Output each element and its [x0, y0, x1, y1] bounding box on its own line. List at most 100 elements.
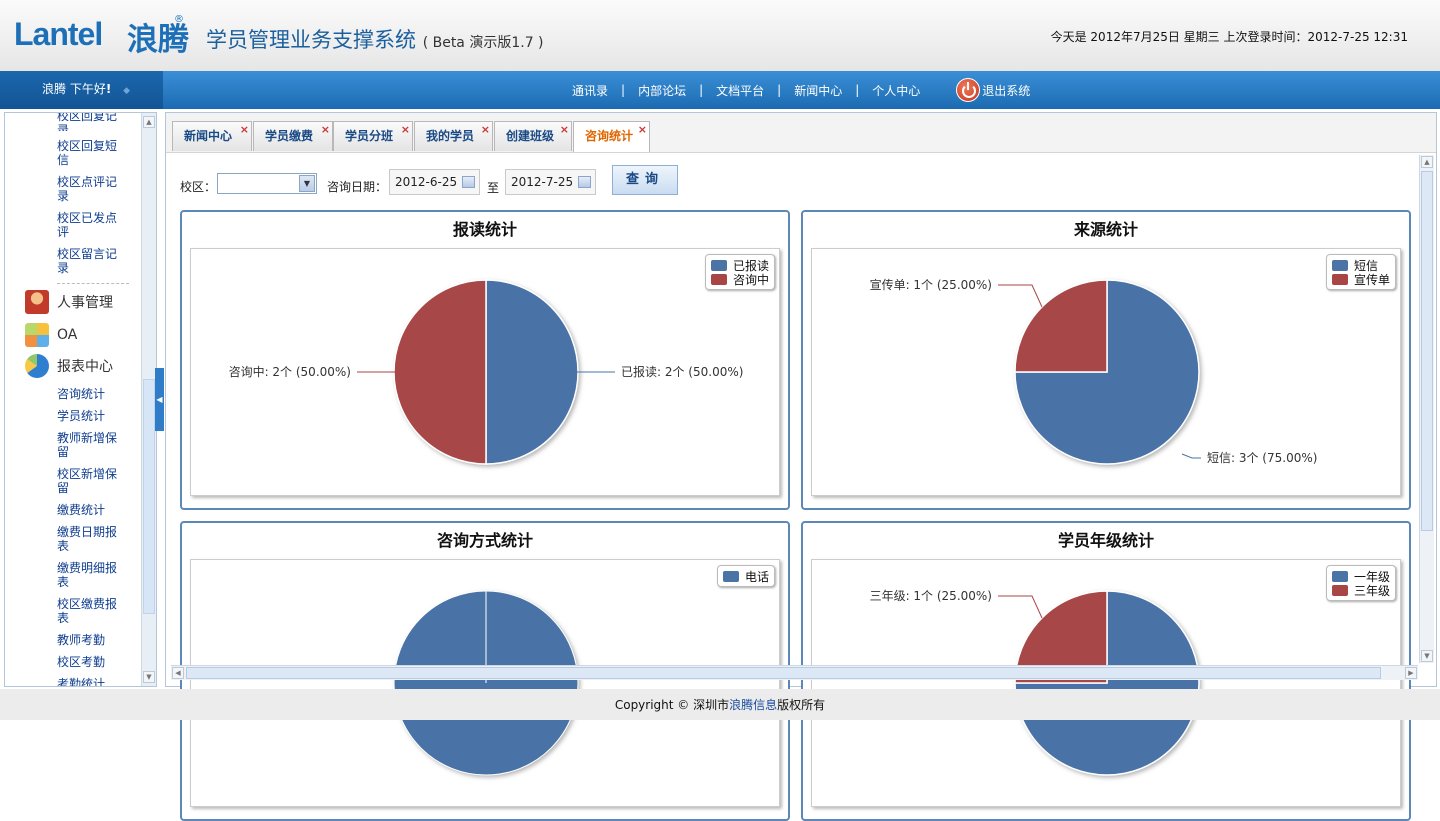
date-from-value: 2012-6-25: [395, 175, 458, 189]
sidebar-item-campus-reply-sms[interactable]: 校区回复短信: [57, 139, 127, 167]
logout-label: 退出系统: [982, 83, 1031, 98]
date-to-label: 至: [487, 181, 500, 195]
nav-link-docs[interactable]: 文档平台: [716, 82, 764, 99]
sidebar-collapse-handle[interactable]: ◀: [155, 368, 164, 431]
campus-label: 校区：: [180, 180, 217, 194]
horizontal-scroll-thumb[interactable]: [186, 667, 1381, 679]
tab-my-students[interactable]: 我的学员 ×: [414, 121, 493, 151]
pie-slice-咨询中[interactable]: [393, 279, 487, 465]
sidebar-item-campus-retention[interactable]: 校区新增保留: [57, 467, 127, 495]
sidebar-item-campus-attendance[interactable]: 校区考勤: [57, 655, 127, 669]
scroll-up-icon[interactable]: ▲: [143, 116, 155, 128]
close-icon[interactable]: ×: [560, 116, 569, 144]
nav-link-news[interactable]: 新闻中心: [794, 82, 842, 99]
chart-plot-area: 电话: [190, 559, 780, 807]
sidebar-divider: [57, 283, 129, 284]
footer-company-link[interactable]: 浪腾信息: [729, 698, 777, 712]
sidebar-item-campus-sent-review[interactable]: 校区已发点评: [57, 211, 127, 239]
scroll-right-icon[interactable]: ▶: [1405, 667, 1417, 679]
data-label-connector: [998, 284, 1043, 308]
greeting-text: 浪腾 下午好: [42, 82, 106, 96]
top-navbar: 浪腾 下午好! ◆ 通讯录 | 内部论坛 | 文档平台 | 新闻中心 | 个人中…: [0, 71, 1440, 109]
content-horizontal-scrollbar[interactable]: ◀ ▶: [171, 665, 1418, 680]
legend-item[interactable]: 宣传单: [1331, 272, 1390, 287]
sidebar-scrollbar[interactable]: ▲ ▼: [141, 113, 156, 686]
sidebar-group-label: 报表中心: [57, 359, 113, 375]
close-icon[interactable]: ×: [240, 116, 249, 144]
sidebar-item-consult-stats[interactable]: 咨询统计: [57, 387, 127, 401]
sidebar-item-campus-review-record[interactable]: 校区点评记录: [57, 175, 127, 203]
pie-slice-宣传单[interactable]: [1014, 279, 1108, 373]
sidebar-item-campus-reply-record[interactable]: 校区回复记录: [57, 113, 127, 131]
sidebar-item-payment-detail-report[interactable]: 缴费明细报表: [57, 561, 127, 589]
chart-panel-source: 来源统计 短信: 3个 (75.00%) 宣传单: 1个 (25.00%) 短信宣…: [801, 210, 1411, 510]
legend-swatch: [722, 570, 739, 582]
tab-label: 我的学员: [426, 129, 475, 143]
nav-link-contacts[interactable]: 通讯录: [572, 82, 608, 99]
chart-title: 来源统计: [1073, 220, 1138, 239]
calendar-icon[interactable]: [578, 176, 591, 188]
legend-item[interactable]: 三年级: [1331, 583, 1390, 598]
sidebar-group-label: 人事管理: [57, 295, 113, 311]
greeting: 浪腾 下午好! ◆: [0, 71, 163, 109]
close-icon[interactable]: ×: [638, 116, 647, 144]
data-label: 已报读: 2个 (50.00%): [621, 364, 743, 379]
pie-slice-已报读[interactable]: [485, 279, 579, 465]
content-vertical-scrollbar[interactable]: ▲ ▼: [1419, 155, 1434, 663]
sidebar-group-hr[interactable]: 人事管理: [25, 290, 113, 314]
legend-item[interactable]: 咨询中: [710, 272, 769, 287]
sidebar-item-payment-stats[interactable]: 缴费统计: [57, 503, 127, 517]
scroll-down-icon[interactable]: ▼: [143, 671, 155, 683]
sidebar-scroll-thumb[interactable]: [143, 379, 155, 614]
close-icon[interactable]: ×: [481, 116, 490, 144]
sidebar-item-payment-date-report[interactable]: 缴费日期报表: [57, 525, 127, 553]
legend-swatch: [710, 273, 727, 285]
data-label: 短信: 3个 (75.00%): [1207, 451, 1317, 465]
logout-button[interactable]: 退出系统: [956, 78, 1030, 102]
data-label-connector: [998, 595, 1043, 619]
system-title: 学员管理业务支撑系统 ( Beta 演示版1.7 ): [206, 24, 544, 54]
tab-news-center[interactable]: 新闻中心 ×: [172, 121, 252, 151]
scroll-left-icon[interactable]: ◀: [172, 667, 184, 679]
tab-student-payment[interactable]: 学员缴费 ×: [253, 121, 333, 151]
sidebar-item-label: 校区回复记录: [57, 113, 118, 131]
chart-panel-enrollment: 报读统计 已报读: 2个 (50.00%) 咨询中: 2个 (50.00%) 已报…: [180, 210, 790, 510]
date-to-input[interactable]: 2012-7-25: [505, 169, 596, 195]
pie-chart: [393, 590, 579, 776]
scroll-up-icon[interactable]: ▲: [1421, 156, 1433, 168]
legend-label: 宣传单: [1353, 272, 1390, 287]
legend-swatch: [1331, 259, 1348, 271]
chart-title: 学员年级统计: [1057, 531, 1154, 550]
chart-legend: 电话: [716, 565, 775, 587]
sidebar-item-campus-message-record[interactable]: 校区留言记录: [57, 247, 127, 275]
nav-link-forum[interactable]: 内部论坛: [638, 82, 686, 99]
sidebar-group-oa[interactable]: OA: [25, 323, 77, 347]
calendar-icon[interactable]: [462, 176, 475, 188]
query-button[interactable]: 查询: [612, 165, 678, 195]
tab-create-class[interactable]: 创建班级 ×: [494, 121, 572, 151]
campus-select[interactable]: ▼: [217, 173, 317, 194]
sidebar-item-attendance-stats[interactable]: 考勤统计: [57, 677, 127, 686]
tab-student-class[interactable]: 学员分班 ×: [333, 121, 413, 151]
scroll-down-icon[interactable]: ▼: [1421, 650, 1433, 662]
sidebar-item-campus-payment-report[interactable]: 校区缴费报表: [57, 597, 127, 625]
nav-link-profile[interactable]: 个人中心: [872, 82, 920, 99]
chart-plot-area: 短信: 3个 (75.00%) 宣传单: 1个 (25.00%) 短信 宣传单: [811, 248, 1401, 496]
filter-bar: 校区： ▼ 咨询日期： 2012-6-25 至 2012-7-25 查询: [180, 165, 880, 195]
sidebar-item-student-stats[interactable]: 学员统计: [57, 409, 127, 423]
sidebar-item-teacher-retention[interactable]: 教师新增保留: [57, 431, 127, 459]
tab-label: 新闻中心: [184, 129, 233, 143]
chart-plot-area: 已报读: 2个 (50.00%) 咨询中: 2个 (50.00%) 已报读 咨询中: [190, 248, 780, 496]
close-icon[interactable]: ×: [321, 116, 330, 144]
footer: Copyright © 深圳市浪腾信息版权所有: [0, 689, 1440, 720]
pie-chart: 短信: 3个 (75.00%) 宣传单: 1个 (25.00%): [870, 277, 1318, 465]
sidebar-group-report[interactable]: 报表中心: [25, 354, 113, 378]
close-icon[interactable]: ×: [401, 116, 410, 144]
sidebar-item-teacher-attendance[interactable]: 教师考勤: [57, 633, 127, 647]
legend-item[interactable]: 电话: [722, 569, 769, 584]
report-chart-icon: [25, 354, 49, 378]
tab-consult-stats[interactable]: 咨询统计 ×: [573, 121, 650, 152]
date-from-input[interactable]: 2012-6-25: [389, 169, 480, 195]
vertical-scroll-thumb[interactable]: [1421, 171, 1433, 531]
chevron-down-icon[interactable]: ▼: [299, 175, 315, 192]
